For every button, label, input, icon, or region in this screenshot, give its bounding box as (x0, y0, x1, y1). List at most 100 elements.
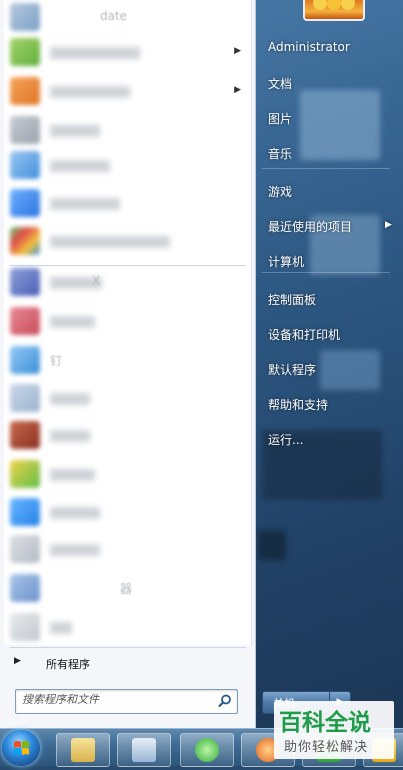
search-icon[interactable] (217, 693, 233, 709)
program-item[interactable] (4, 610, 251, 644)
program-name-blurred (50, 160, 110, 172)
document-icon (132, 738, 156, 762)
program-name-blurred (50, 125, 100, 137)
right-menu-item-label: 游戏 (268, 185, 293, 199)
start-button[interactable] (2, 730, 40, 766)
program-label: 钉 (50, 354, 63, 368)
program-item[interactable]: date (4, 0, 251, 34)
right-menu-item[interactable]: 设备和打印机 (262, 318, 392, 348)
program-item[interactable] (4, 495, 251, 529)
start-menu-left-pane: date ▶ ▶ X 钉器 ▶ 所有程序 (0, 0, 256, 728)
right-menu-item-label: 控制面板 (268, 293, 317, 307)
user-avatar[interactable] (303, 0, 365, 21)
app-icon (10, 116, 40, 144)
program-item[interactable] (4, 418, 251, 452)
program-item[interactable] (4, 113, 251, 147)
right-menu-item[interactable]: 图片 (262, 102, 392, 132)
right-menu-item-label: 图片 (268, 112, 293, 126)
program-name-blurred (50, 507, 100, 519)
right-menu-item-label: 音乐 (268, 147, 293, 161)
app-icon (10, 498, 40, 526)
program-item[interactable]: 器 (4, 571, 251, 605)
app-icon (10, 189, 40, 217)
program-item[interactable]: X (4, 265, 251, 299)
program-name-blurred (50, 198, 120, 210)
app-icon (10, 268, 40, 296)
right-menu-item-label: 最近使用的项目 (268, 220, 353, 234)
app-icon (10, 307, 40, 335)
app-icon (10, 421, 40, 449)
program-item[interactable] (4, 186, 251, 220)
program-item[interactable] (4, 224, 251, 258)
program-item[interactable] (4, 148, 251, 182)
program-item[interactable] (4, 304, 251, 338)
right-menu-item-label: 计算机 (268, 255, 305, 269)
right-menu-item-label: 默认程序 (268, 363, 317, 377)
program-name-blurred (50, 430, 90, 442)
watermark-title: 百科全说 (279, 710, 371, 736)
chevron-right-icon: ▶ (385, 220, 392, 230)
right-menu-item[interactable]: 计算机 (262, 245, 392, 275)
right-menu-item[interactable]: 帮助和支持 (262, 388, 392, 418)
search-input[interactable] (22, 693, 212, 706)
watermark-subtitle: 助你轻松解决 (284, 740, 369, 755)
app-icon (10, 346, 40, 374)
right-menu-item[interactable]: 控制面板 (262, 283, 392, 313)
program-name-blurred (50, 236, 170, 248)
program-item[interactable]: ▶ (4, 74, 251, 108)
user-name-link[interactable]: Administrator (262, 32, 392, 62)
user-name-label: Administrator (268, 40, 350, 54)
program-name-blurred (50, 622, 72, 634)
chevron-right-icon: ▶ (234, 46, 241, 56)
desktop-icon-blur (258, 530, 286, 560)
program-item[interactable] (4, 532, 251, 566)
pinned-recent-separator (10, 265, 246, 266)
program-name-blurred (50, 316, 95, 328)
taskbar-browser-button[interactable] (180, 733, 234, 767)
all-programs-arrow-icon: ▶ (14, 656, 21, 666)
taskbar-app-button[interactable] (117, 733, 171, 767)
app-icon (10, 227, 40, 255)
right-menu-item-label: 帮助和支持 (268, 398, 329, 412)
program-label: 器 (120, 582, 133, 596)
program-item[interactable]: ▶ (4, 35, 251, 69)
right-menu-item[interactable]: 游戏 (262, 175, 392, 205)
app-icon (10, 77, 40, 105)
app-icon (10, 535, 40, 563)
browser-icon (195, 738, 219, 762)
program-label: date (100, 9, 128, 23)
folder-icon (71, 738, 95, 762)
right-menu-item-label: 设备和打印机 (268, 328, 341, 342)
search-box[interactable] (15, 689, 238, 714)
flower-petal (327, 0, 341, 10)
windows-logo-icon (14, 741, 29, 755)
flower-petal (341, 0, 355, 10)
app-icon (10, 38, 40, 66)
right-menu-item-label: 文档 (268, 77, 293, 91)
flower-petal (313, 0, 327, 10)
right-menu-item[interactable]: 音乐 (262, 137, 392, 167)
right-menu-item[interactable]: 最近使用的项目 ▶ (262, 210, 392, 240)
right-menu-item[interactable]: 文档 (262, 67, 392, 97)
right-menu-item-label: 运行... (268, 433, 304, 447)
taskbar-explorer-button[interactable] (56, 733, 110, 767)
program-list: date ▶ ▶ X 钉器 (4, 0, 252, 645)
app-icon (10, 613, 40, 641)
all-programs-label: 所有程序 (46, 658, 90, 671)
right-menu-item[interactable]: 默认程序 (262, 353, 392, 383)
program-item[interactable] (4, 457, 251, 491)
program-item[interactable]: 钉 (4, 343, 251, 377)
program-name-blurred (50, 393, 90, 405)
program-item[interactable] (4, 381, 251, 415)
app-icon (10, 3, 40, 31)
app-icon (10, 574, 40, 602)
right-pane-separator (262, 272, 390, 273)
all-programs-button[interactable]: ▶ 所有程序 (4, 648, 251, 678)
app-icon (10, 151, 40, 179)
right-menu-item[interactable]: 运行... (262, 423, 392, 453)
watermark: 百科全说 助你轻松解决 (274, 701, 394, 759)
program-name-blurred (50, 544, 100, 556)
program-label: X (92, 274, 101, 288)
right-pane-separator (262, 168, 390, 169)
program-name-blurred (50, 469, 95, 481)
